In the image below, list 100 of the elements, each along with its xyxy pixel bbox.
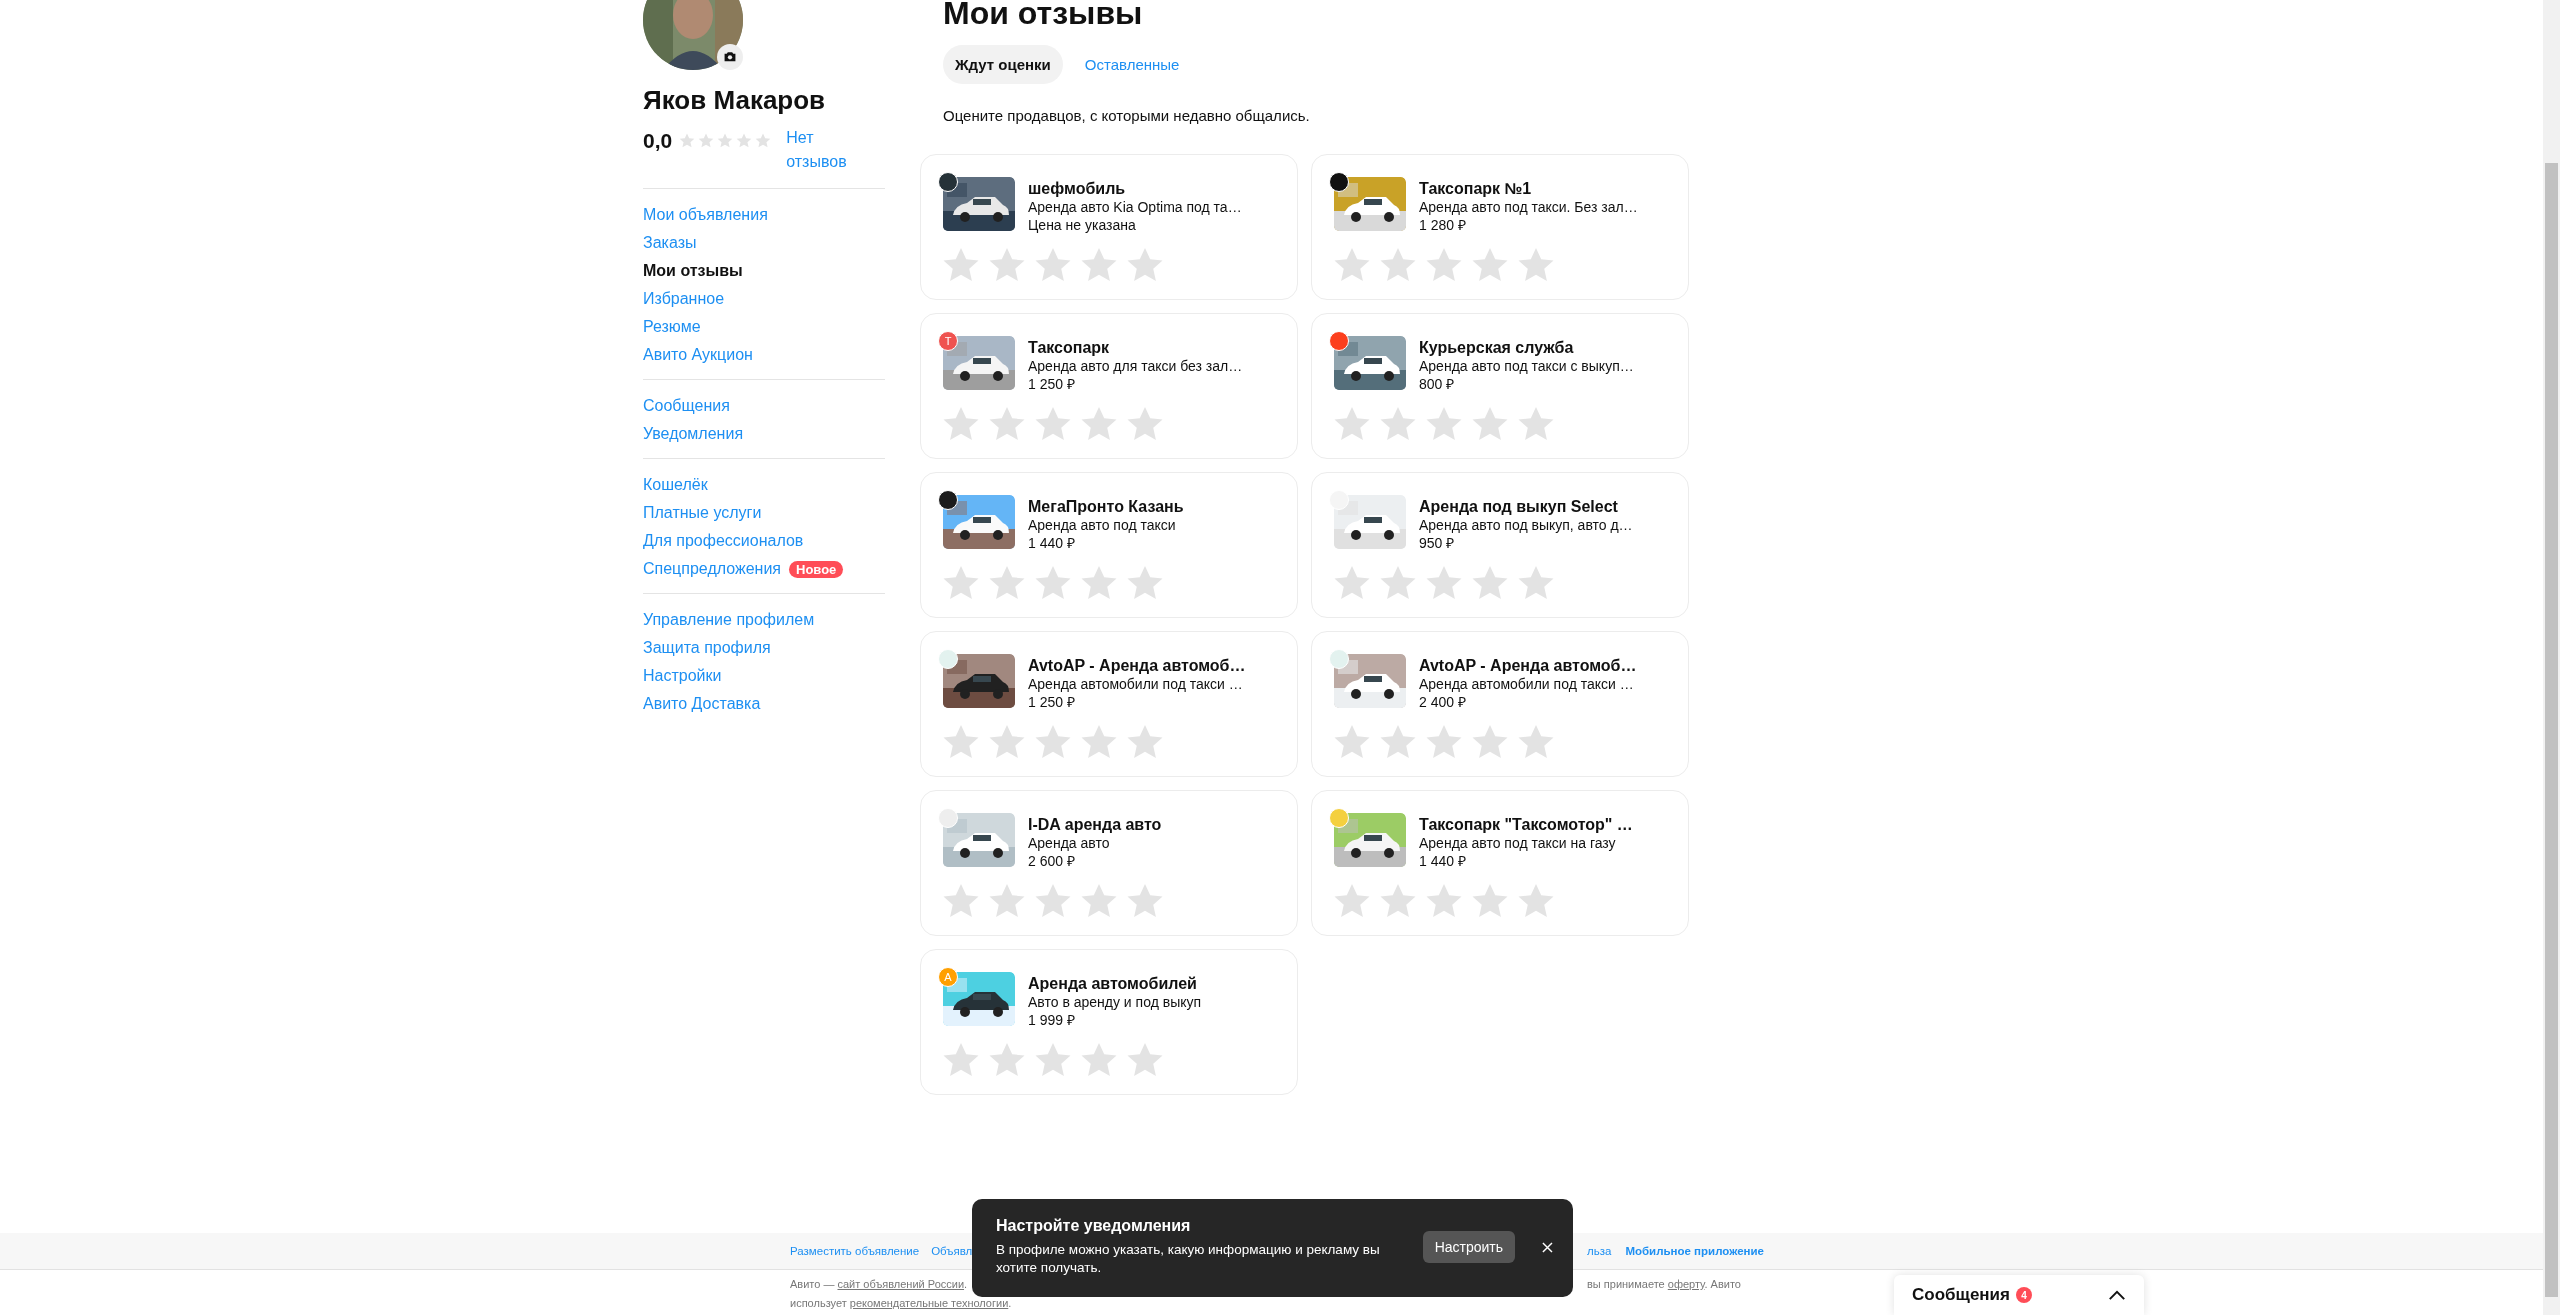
- star-icon[interactable]: [989, 725, 1025, 759]
- listing-title: Аренда авто для такси без зал…: [1028, 357, 1243, 375]
- star-icon[interactable]: [1081, 248, 1117, 282]
- star-icon[interactable]: [943, 566, 979, 600]
- star-icon[interactable]: [1035, 407, 1071, 441]
- star-icon[interactable]: [1426, 884, 1462, 918]
- camera-icon[interactable]: [717, 44, 743, 70]
- sidebar-item[interactable]: Авито Доставка: [643, 695, 761, 713]
- seller-name: AvtoAP - Аренда автомоб…: [1028, 656, 1246, 675]
- sidebar-item[interactable]: Кошелёк: [643, 476, 708, 494]
- star-icon[interactable]: [943, 884, 979, 918]
- sidebar-item[interactable]: Мои отзывы: [643, 262, 743, 280]
- star-icon[interactable]: [989, 884, 1025, 918]
- star-icon[interactable]: [1426, 248, 1462, 282]
- star-icon[interactable]: [1380, 566, 1416, 600]
- star-icon[interactable]: [943, 248, 979, 282]
- star-icon[interactable]: [943, 407, 979, 441]
- star-icon[interactable]: [1081, 1043, 1117, 1077]
- sidebar-item[interactable]: Резюме: [643, 318, 701, 336]
- sidebar-item[interactable]: Мои объявления: [643, 206, 768, 224]
- star-icon[interactable]: [989, 248, 1025, 282]
- star-icon[interactable]: [1472, 407, 1508, 441]
- seller-name: Аренда автомобилей: [1028, 974, 1198, 993]
- chevron-up-icon[interactable]: [2108, 1289, 2126, 1301]
- star-icon[interactable]: [1081, 407, 1117, 441]
- sidebar-item[interactable]: Заказы: [643, 234, 697, 252]
- star-icon[interactable]: [1334, 407, 1370, 441]
- star-icon[interactable]: [1472, 566, 1508, 600]
- star-icon[interactable]: [1081, 884, 1117, 918]
- star-icon[interactable]: [1127, 725, 1163, 759]
- star-icon[interactable]: [1081, 725, 1117, 759]
- listing-price: 2 600 ₽: [1028, 852, 1076, 870]
- sidebar-item[interactable]: Спецпредложения: [643, 560, 781, 578]
- tab[interactable]: Оставленные: [1072, 45, 1192, 84]
- star-icon[interactable]: [1081, 566, 1117, 600]
- footer-link[interactable]: льза: [1587, 1245, 1612, 1257]
- star-icon[interactable]: [1426, 566, 1462, 600]
- legal-text: Авито — сайт объявлений России.: [790, 1277, 968, 1292]
- star-icon[interactable]: [1518, 407, 1554, 441]
- star-icon[interactable]: [1380, 248, 1416, 282]
- footer-link[interactable]: Объявл: [931, 1245, 973, 1257]
- star-icon[interactable]: [1380, 884, 1416, 918]
- legal-link[interactable]: оферту: [1667, 1278, 1705, 1290]
- listing-price: 1 999 ₽: [1028, 1011, 1076, 1029]
- star-icon[interactable]: [1518, 566, 1554, 600]
- footer-link[interactable]: Мобильное приложение: [1625, 1245, 1764, 1257]
- footer-link[interactable]: Разместить объявление: [790, 1245, 920, 1257]
- star-icon[interactable]: [1334, 725, 1370, 759]
- star-icon[interactable]: [1472, 248, 1508, 282]
- listing-title: Аренда авто под выкуп, авто д…: [1419, 516, 1633, 534]
- star-icon[interactable]: [1472, 725, 1508, 759]
- sidebar-item[interactable]: Сообщения: [643, 397, 730, 415]
- star-icon[interactable]: [1518, 884, 1554, 918]
- tab[interactable]: Ждут оценки: [943, 45, 1063, 84]
- star-icon[interactable]: [1380, 407, 1416, 441]
- seller-name: Таксопарк №1: [1419, 179, 1533, 198]
- star-icon[interactable]: [1035, 884, 1071, 918]
- sidebar-item[interactable]: Авито Аукцион: [643, 346, 753, 364]
- star-icon[interactable]: [1035, 248, 1071, 282]
- star-icon[interactable]: [1127, 884, 1163, 918]
- star-icon[interactable]: [943, 1043, 979, 1077]
- sidebar-item[interactable]: Защита профиля: [643, 639, 771, 657]
- seller-name: шефмобиль: [1028, 179, 1127, 198]
- star-icon[interactable]: [1127, 1043, 1163, 1077]
- reviews-link[interactable]: Нет отзывов: [786, 126, 867, 174]
- star-icon[interactable]: [1127, 248, 1163, 282]
- star-icon[interactable]: [943, 725, 979, 759]
- star-icon[interactable]: [1035, 566, 1071, 600]
- star-icon[interactable]: [989, 407, 1025, 441]
- sidebar-item[interactable]: Избранное: [643, 290, 725, 308]
- star-icon[interactable]: [1426, 725, 1462, 759]
- star-icon[interactable]: [1472, 884, 1508, 918]
- sidebar-item[interactable]: Платные услуги: [643, 504, 762, 522]
- star-icon[interactable]: [989, 1043, 1025, 1077]
- star-icon[interactable]: [1518, 725, 1554, 759]
- sidebar-item[interactable]: Уведомления: [643, 425, 744, 443]
- star-icon[interactable]: [1334, 884, 1370, 918]
- star-icon[interactable]: [1035, 725, 1071, 759]
- setup-button[interactable]: Настроить: [1422, 1231, 1516, 1263]
- rating-value: 0,0: [643, 128, 673, 154]
- toast-title: Настройте уведомления: [996, 1217, 1192, 1235]
- listing-title: Аренда авто под такси с выкуп…: [1419, 357, 1634, 375]
- listing-title: Аренда автомобили под такси …: [1028, 675, 1244, 693]
- star-icon[interactable]: [1127, 407, 1163, 441]
- star-icon[interactable]: [1127, 566, 1163, 600]
- close-icon[interactable]: [1542, 1242, 1553, 1253]
- sidebar-item[interactable]: Настройки: [643, 667, 722, 685]
- star-icon[interactable]: [1334, 566, 1370, 600]
- scrollbar[interactable]: [2543, 0, 2560, 1315]
- star-icon[interactable]: [989, 566, 1025, 600]
- star-icon[interactable]: [1380, 725, 1416, 759]
- sidebar-item[interactable]: Управление профилем: [643, 611, 815, 629]
- sidebar-item[interactable]: Для профессионалов: [643, 532, 804, 550]
- listing-price: 1 440 ₽: [1419, 852, 1467, 870]
- star-icon[interactable]: [1334, 248, 1370, 282]
- star-icon[interactable]: [1426, 407, 1462, 441]
- star-icon[interactable]: [1035, 1043, 1071, 1077]
- messages-widget[interactable]: Сообщения 4: [1894, 1275, 2144, 1315]
- legal-text: вы принимаете оферту. Авито: [1587, 1277, 1741, 1292]
- star-icon[interactable]: [1518, 248, 1554, 282]
